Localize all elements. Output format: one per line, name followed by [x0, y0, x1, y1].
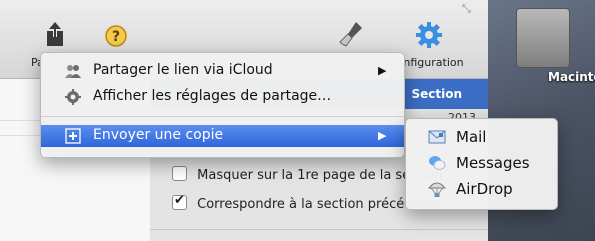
divider	[150, 229, 488, 230]
match-previous-checkbox-row[interactable]: Correspondre à la section précédente	[172, 193, 442, 212]
submenu-arrow-icon: ▶	[378, 64, 387, 77]
menu-item-label: Afficher les réglages de partage…	[93, 88, 332, 104]
hard-drive-label[interactable]: Macintosh	[548, 70, 595, 84]
gear-icon	[416, 22, 442, 48]
people-icon	[65, 65, 81, 78]
menu-item-label: Envoyer une copie	[93, 127, 224, 143]
format-toolbar-button[interactable]	[338, 20, 366, 48]
messages-icon	[429, 156, 446, 170]
gear-icon	[65, 89, 81, 105]
match-previous-checkbox[interactable]	[172, 193, 187, 210]
share-toolbar-button[interactable]	[40, 22, 70, 48]
share-icon	[47, 22, 63, 46]
inspector-tab-label: Section	[411, 87, 462, 101]
submenu-item-label: Mail	[456, 128, 487, 146]
help-toolbar-button[interactable]: ?	[104, 24, 128, 48]
send-copy-submenu: Mail Messages AirDrop	[405, 118, 558, 210]
configuration-toolbar-button[interactable]	[414, 20, 444, 50]
share-menu: Partager le lien via iCloud ▶ Afficher l…	[40, 52, 405, 158]
hide-first-page-checkbox[interactable]	[172, 166, 187, 181]
airdrop-icon	[428, 182, 446, 197]
menu-item-share-icloud-link[interactable]: Partager le lien via iCloud ▶	[41, 60, 404, 82]
resize-corner-icon[interactable]: ⤡	[462, 2, 471, 16]
svg-text:?: ?	[112, 29, 120, 45]
mail-icon	[428, 130, 446, 144]
submenu-item-mail[interactable]: Mail	[406, 125, 557, 149]
submenu-item-label: Messages	[456, 154, 530, 172]
hide-first-page-checkbox-row[interactable]: Masquer sur la 1re page de la section	[172, 166, 442, 183]
menu-item-label: Partager le lien via iCloud	[93, 62, 273, 78]
submenu-item-messages[interactable]: Messages	[406, 151, 557, 175]
menu-item-send-copy[interactable]: Envoyer une copie ▶	[41, 125, 404, 147]
paintbrush-icon	[339, 22, 362, 47]
submenu-item-label: AirDrop	[456, 180, 513, 198]
hard-drive-icon[interactable]	[516, 8, 570, 68]
menu-item-show-share-settings[interactable]: Afficher les réglages de partage…	[41, 86, 404, 108]
help-icon: ?	[105, 25, 127, 47]
send-copy-icon	[65, 128, 81, 144]
submenu-item-airdrop[interactable]: AirDrop	[406, 177, 557, 201]
menu-separator	[41, 116, 404, 117]
submenu-arrow-icon: ▶	[378, 129, 387, 142]
